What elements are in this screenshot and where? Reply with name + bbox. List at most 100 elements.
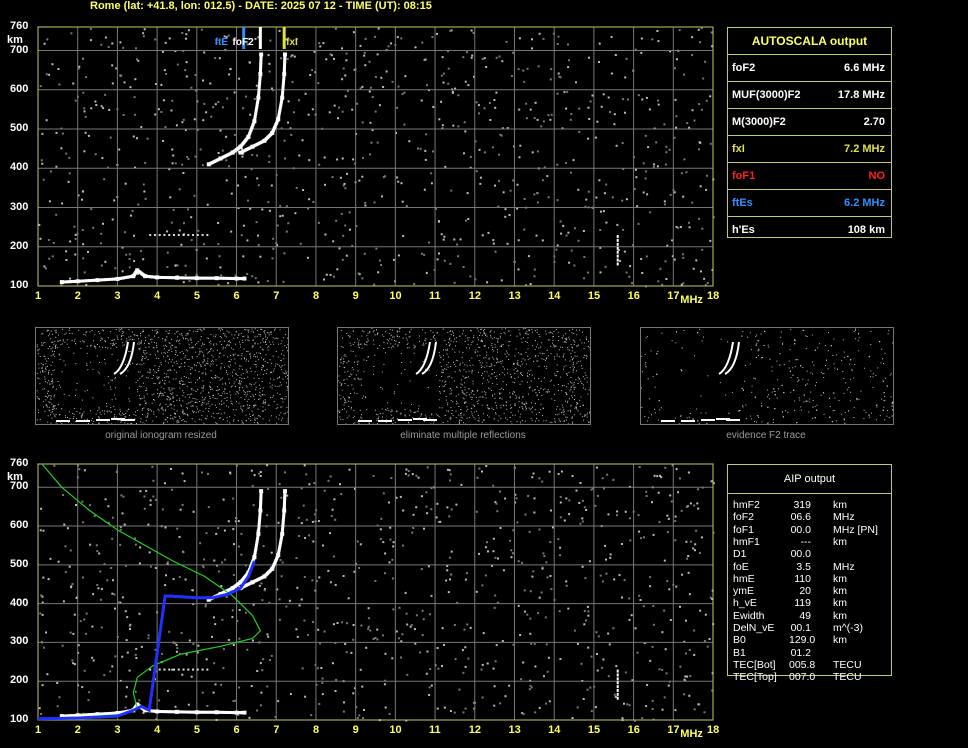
thumb-noise <box>358 347 360 349</box>
thumb-noise <box>233 337 235 339</box>
thumb-noise <box>138 343 140 345</box>
thumb-noise <box>879 341 881 343</box>
thumb-noise <box>342 419 344 421</box>
thumb-noise <box>52 385 54 387</box>
thumb-noise <box>447 331 449 333</box>
thumb-noise <box>464 364 466 366</box>
thumb-noise <box>55 413 57 415</box>
thumb-noise <box>108 410 110 412</box>
thumb-noise <box>157 378 159 380</box>
thumb-noise <box>554 400 556 401</box>
thumb-noise <box>158 409 160 411</box>
thumb-noise <box>448 339 450 341</box>
trace-point <box>254 543 258 547</box>
thumb-noise <box>189 396 191 398</box>
thumb-noise <box>467 339 469 341</box>
trace-point <box>183 710 187 714</box>
thumb-noise <box>400 372 402 374</box>
thumb-noise <box>476 410 477 412</box>
trace-point <box>268 569 272 573</box>
trace-point <box>228 152 232 156</box>
thumb-noise <box>394 340 395 341</box>
thumb-noise <box>458 420 460 422</box>
thumb-noise <box>496 358 498 360</box>
thumb-noise <box>241 339 243 341</box>
trace-point <box>240 711 244 715</box>
thumb-noise <box>179 387 181 389</box>
thumb-noise <box>520 338 522 340</box>
trace-point <box>259 501 263 505</box>
trace-point <box>107 277 111 281</box>
aip-key: hmF1 <box>733 535 760 548</box>
thumb-noise <box>389 338 391 340</box>
trace-point <box>134 269 138 273</box>
thumb-noise <box>513 382 515 384</box>
thumb-noise <box>142 331 144 332</box>
thumb-noise <box>574 366 575 368</box>
thumb-noise <box>467 408 469 410</box>
thumb-noise <box>462 391 464 393</box>
thumb-noise <box>235 373 236 375</box>
trace-point <box>616 250 619 254</box>
thumb-noise <box>228 366 230 368</box>
thumb-noise <box>200 336 202 337</box>
thumb-noise <box>855 328 856 330</box>
trace-point <box>68 714 72 718</box>
trace-point <box>256 142 260 146</box>
thumb-noise <box>36 344 38 346</box>
thumb-noise <box>676 331 677 333</box>
thumb-noise <box>488 357 490 359</box>
thumb-noise <box>793 340 795 342</box>
trace-point <box>276 553 280 557</box>
trace-point <box>134 704 138 708</box>
thumb-noise <box>694 355 695 357</box>
thumb-noise <box>771 370 773 372</box>
thumb-noise <box>797 377 799 379</box>
thumb-noise <box>503 412 505 414</box>
thumb-noise <box>213 343 215 345</box>
thumb-noise <box>361 347 363 349</box>
thumb-noise <box>186 385 188 387</box>
marker-line <box>258 27 262 49</box>
thumb-noise <box>367 338 369 340</box>
trace-point <box>144 274 148 278</box>
y-unit-label: km <box>7 34 23 46</box>
thumb-noise <box>65 417 67 419</box>
thumb-noise <box>111 399 113 401</box>
thumb-noise <box>165 360 166 362</box>
thumb-noise <box>265 354 267 356</box>
thumb-noise <box>173 401 175 403</box>
thumb-noise <box>338 410 340 412</box>
thumb-noise <box>479 354 481 356</box>
y-tick-label: 300 <box>10 200 29 213</box>
thumb-noise <box>245 360 247 362</box>
thumb-noise <box>155 342 157 344</box>
thumb-noise <box>262 364 264 366</box>
thumb-noise <box>338 375 340 377</box>
thumb-noise <box>464 382 466 384</box>
thumb-noise <box>579 413 581 415</box>
thumb-noise <box>749 332 751 334</box>
thumb-noise <box>451 330 453 332</box>
trace-point <box>238 150 243 155</box>
thumb-noise <box>398 330 400 332</box>
thumb-noise <box>239 380 241 381</box>
trace-point <box>209 276 213 280</box>
thumb-noise <box>462 351 464 353</box>
thumb-noise <box>229 416 231 418</box>
thumb-noise <box>261 367 263 369</box>
trace-point <box>245 573 249 577</box>
trace-point <box>234 710 239 715</box>
trace-point <box>102 712 106 716</box>
thumb-noise <box>566 373 568 374</box>
thumb-noise <box>395 340 397 342</box>
thumb-noise <box>581 365 582 367</box>
trace-point <box>247 582 251 586</box>
thumb-noise <box>355 374 357 376</box>
thumb-noise <box>425 416 427 418</box>
trace-point <box>258 513 262 517</box>
trace-point <box>214 594 218 598</box>
trace-point <box>65 714 69 718</box>
thumb-noise <box>176 420 178 422</box>
thumb-noise <box>45 366 47 368</box>
